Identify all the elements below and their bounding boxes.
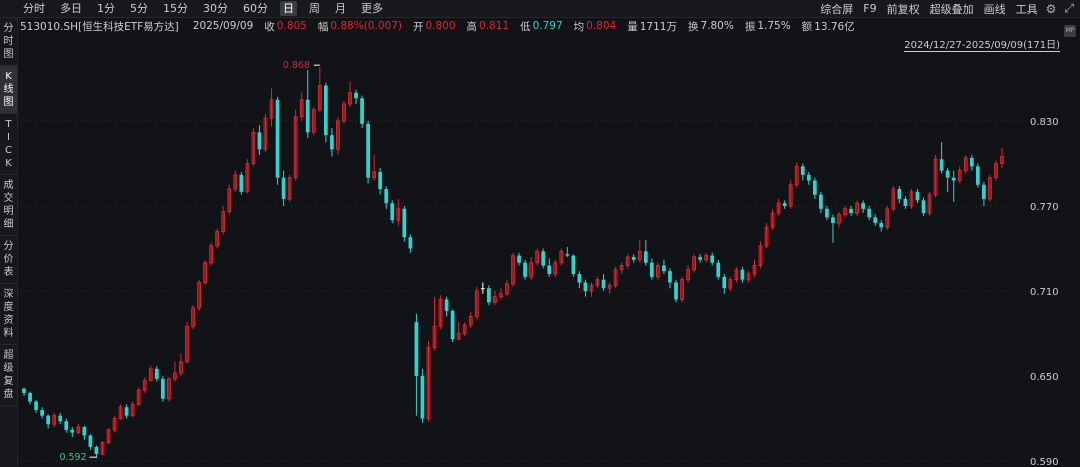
- candle-body: [819, 194, 823, 209]
- candle-body: [94, 446, 99, 454]
- candle-body: [22, 388, 26, 393]
- candle-body: [40, 410, 44, 416]
- candle-body: [390, 203, 395, 221]
- candle-body: [124, 407, 129, 416]
- candle-body: [674, 282, 678, 300]
- candle-body: [710, 255, 715, 263]
- candle-body: [408, 237, 413, 249]
- candle-body: [583, 282, 588, 291]
- candle-body: [662, 265, 666, 272]
- candle-body: [354, 92, 358, 99]
- candle-body: [879, 223, 884, 228]
- candle-body: [239, 174, 244, 192]
- candle-body: [831, 217, 835, 223]
- candle-body: [547, 265, 552, 274]
- candle-body: [903, 198, 908, 206]
- candle-body: [517, 255, 521, 263]
- candle-body: [649, 262, 654, 277]
- candle-body: [825, 208, 829, 218]
- candle-body: [541, 251, 546, 266]
- y-tick-label: 0.770: [1030, 202, 1059, 213]
- candle-body: [921, 200, 926, 214]
- candle-body: [480, 288, 485, 290]
- candle-body: [806, 174, 811, 181]
- candle-body: [360, 98, 364, 124]
- candle-body: [58, 415, 63, 422]
- y-tick-label: 0.710: [1030, 287, 1059, 298]
- candle-body: [939, 159, 944, 171]
- candle-body: [698, 257, 703, 260]
- candle-body: [70, 429, 75, 433]
- candle-body: [800, 166, 805, 175]
- candle-body: [969, 157, 974, 167]
- candle-body: [631, 257, 636, 260]
- candlestick-chart[interactable]: 0.830 0.770 0.710 0.650 0.590 0.868 0.592: [0, 0, 1080, 467]
- candle-body: [275, 99, 280, 178]
- y-tick-label: 0.590: [1030, 457, 1059, 467]
- candle-body: [257, 132, 262, 150]
- candle-body: [951, 177, 956, 181]
- candle-body: [812, 180, 817, 195]
- candle-body: [945, 170, 950, 178]
- candle-body: [384, 189, 389, 204]
- candle-body: [46, 415, 51, 425]
- min-price-label: 0.592: [59, 452, 86, 463]
- candle-body: [897, 189, 902, 199]
- candle-body: [571, 255, 576, 274]
- candle-body: [486, 288, 491, 303]
- candle-body: [450, 310, 455, 340]
- candle-body: [160, 378, 165, 399]
- candle-body: [28, 393, 32, 402]
- candle-body: [716, 262, 721, 277]
- candle-body: [154, 368, 159, 379]
- candle-body: [873, 217, 878, 223]
- candle-body: [330, 135, 334, 150]
- candle-body: [64, 421, 69, 430]
- candle-body: [88, 435, 93, 447]
- candle-body: [305, 99, 310, 133]
- candle-body: [601, 279, 606, 289]
- candle-body: [722, 276, 727, 289]
- candle-body: [420, 376, 425, 419]
- candle-body: [34, 401, 38, 410]
- candle-body: [867, 208, 872, 218]
- candle-body: [414, 322, 419, 376]
- candle-body: [378, 172, 383, 189]
- candle-body: [915, 191, 920, 201]
- candle-body: [565, 254, 570, 256]
- candle-body: [366, 123, 370, 178]
- candle-body: [975, 166, 980, 185]
- candle-body: [643, 251, 648, 263]
- candle-body: [861, 203, 866, 209]
- candle-body: [82, 427, 87, 436]
- candle-body: [982, 184, 986, 199]
- candle-body: [281, 177, 286, 199]
- candle-body: [523, 262, 527, 277]
- candle-body: [323, 85, 328, 136]
- candle-body: [782, 203, 787, 206]
- candle-body: [849, 208, 853, 214]
- y-tick-label: 0.830: [1030, 117, 1059, 128]
- y-tick-label: 0.650: [1030, 372, 1059, 383]
- max-price-label: 0.868: [283, 60, 310, 71]
- candle-body: [402, 208, 407, 238]
- candle-body: [577, 274, 582, 283]
- candle-body: [740, 269, 745, 280]
- candle-body: [444, 299, 449, 311]
- candle-body: [668, 271, 672, 283]
